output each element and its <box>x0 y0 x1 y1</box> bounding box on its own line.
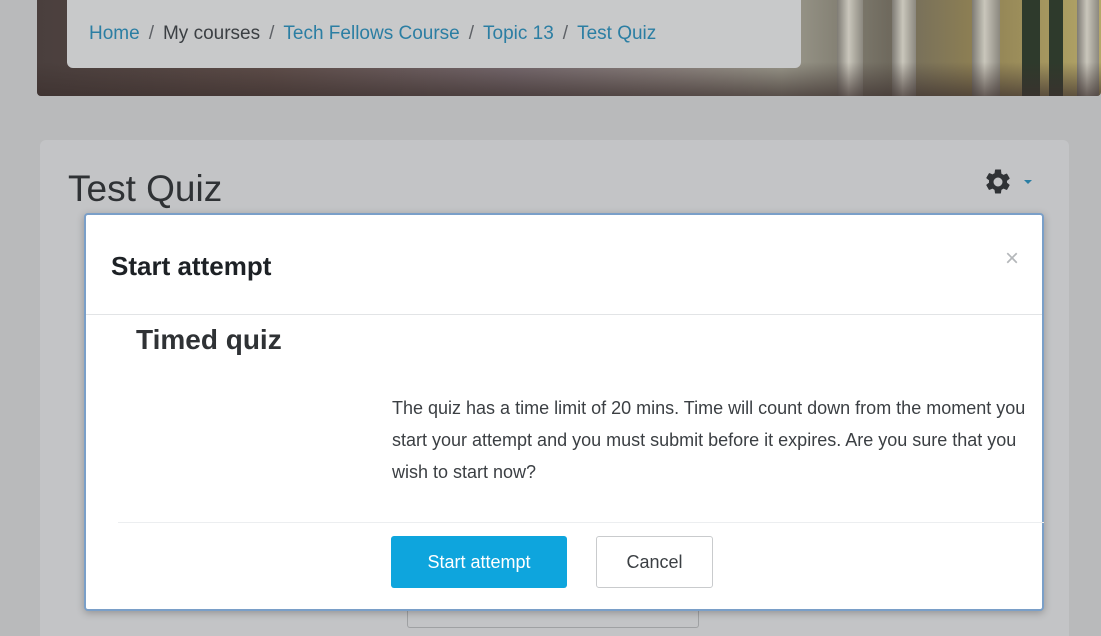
page: Home / My courses / Tech Fellows Course … <box>0 0 1101 636</box>
caret-down-icon <box>1023 178 1033 186</box>
settings-menu-toggle[interactable] <box>983 167 1047 197</box>
cancel-button[interactable]: Cancel <box>596 536 713 588</box>
gear-icon <box>983 167 1013 197</box>
breadcrumb-quiz[interactable]: Test Quiz <box>577 23 656 45</box>
page-title: Test Quiz <box>68 168 223 209</box>
start-attempt-dialog: Start attempt × Timed quiz The quiz has … <box>84 213 1044 611</box>
breadcrumb-course[interactable]: Tech Fellows Course <box>283 23 459 45</box>
time-limit-message: The quiz has a time limit of 20 mins. Ti… <box>392 398 1026 482</box>
modal-header: Start attempt × <box>86 215 1042 315</box>
close-icon[interactable]: × <box>994 241 1030 277</box>
breadcrumb-separator: / <box>468 23 475 44</box>
start-attempt-button[interactable]: Start attempt <box>391 536 567 588</box>
section-title: Timed quiz <box>136 324 282 355</box>
breadcrumb-topic[interactable]: Topic 13 <box>483 23 554 45</box>
breadcrumb-separator: / <box>269 23 275 44</box>
breadcrumb-separator: / <box>562 23 569 44</box>
breadcrumb: Home / My courses / Tech Fellows Course … <box>67 0 801 68</box>
breadcrumb-separator: / <box>148 23 154 44</box>
breadcrumb-home[interactable]: Home <box>89 23 140 45</box>
modal-title: Start attempt <box>111 251 272 281</box>
modal-footer-divider <box>118 522 1044 523</box>
breadcrumb-my-courses: My courses <box>162 23 261 44</box>
